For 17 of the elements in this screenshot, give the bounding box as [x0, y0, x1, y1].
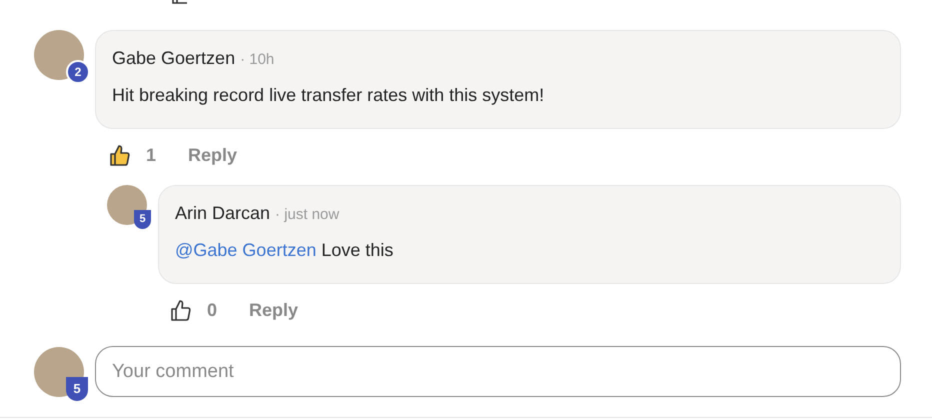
avatar [107, 185, 147, 225]
comment-text: Hit breaking record live transfer rates with this system! [112, 84, 544, 107]
level-badge: 5 [66, 376, 88, 400]
reply-button[interactable]: Reply [249, 297, 298, 324]
reply-button[interactable]: Reply [188, 142, 238, 169]
avatar [34, 30, 84, 80]
author-name[interactable]: Gabe Goertzen [112, 45, 236, 72]
level-badge: 2 [66, 60, 90, 84]
like-count: 0 [207, 299, 218, 322]
level-badge: 5 [134, 210, 151, 229]
mention-link[interactable]: @Gabe Goertzen [175, 237, 316, 264]
timestamp: · just now [275, 205, 340, 225]
like-count: 1 [146, 144, 158, 167]
comment-input[interactable]: Your comment [95, 346, 901, 397]
timestamp: · 10h [240, 50, 274, 70]
author-name[interactable]: Arin Darcan [175, 200, 270, 227]
comment-text: Love this [321, 239, 394, 262]
